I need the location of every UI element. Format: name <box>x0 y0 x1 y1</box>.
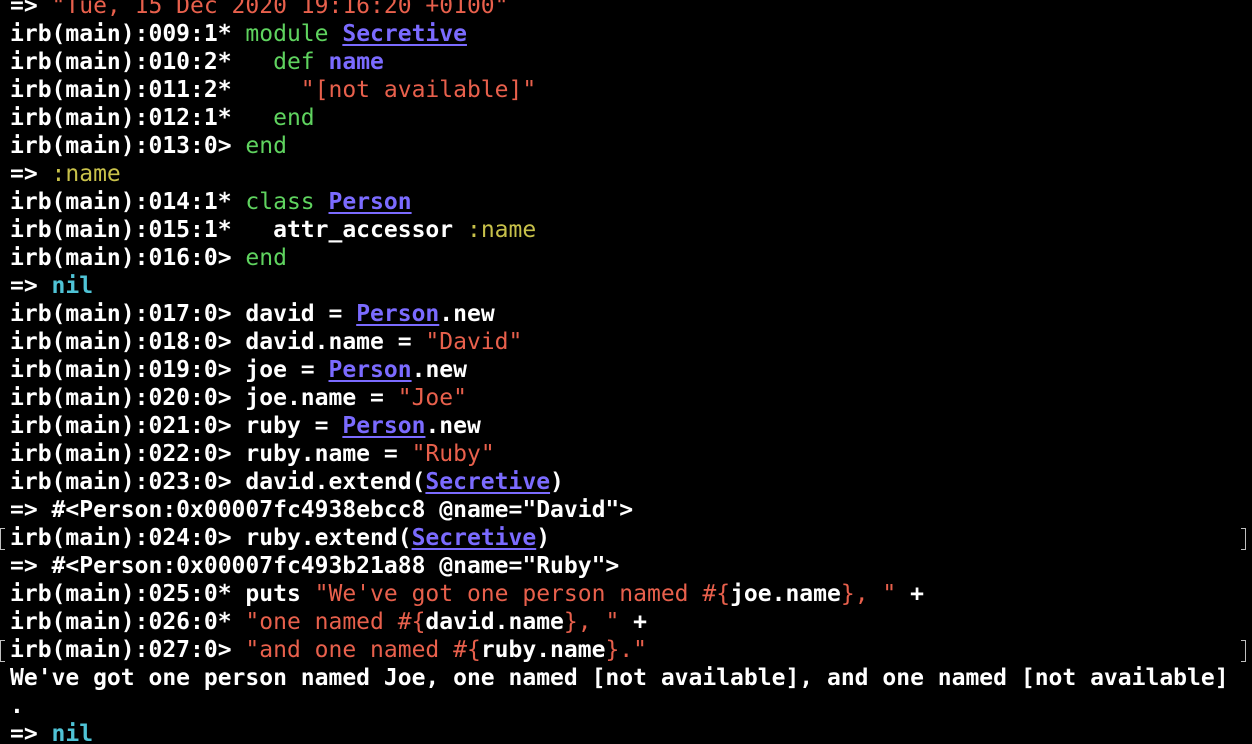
terminal-text-segment: david.name <box>425 609 564 635</box>
terminal-text-segment: "Joe" <box>397 385 467 411</box>
terminal-line: irb(main):014:1* class Person <box>10 188 1252 216</box>
terminal-text-segment: "David" <box>425 329 523 355</box>
terminal-line: irb(main):024:0> ruby.extend(Secretive) <box>0 524 1252 552</box>
terminal-text-segment: => <box>10 161 52 187</box>
terminal-text-segment: Person <box>328 357 412 383</box>
terminal-text-segment: irb(main):010:2* <box>10 49 274 75</box>
terminal-text-segment: Person <box>342 413 426 439</box>
terminal-line: irb(main):020:0> joe.name = "Joe" <box>10 384 1252 412</box>
terminal-text-segment: irb(main):015:1* attr_accessor <box>10 217 467 243</box>
terminal-text-segment: irb(main):012:1* <box>10 105 274 131</box>
terminal-text-segment: => <box>10 0 52 19</box>
terminal-line: irb(main):013:0> end <box>10 132 1252 160</box>
terminal-line: irb(main):011:2* "[not available]" <box>10 76 1252 104</box>
terminal-line: irb(main):017:0> david = Person.new <box>10 300 1252 328</box>
terminal-text-segment: def <box>273 49 329 75</box>
terminal-text-segment: .new <box>411 357 467 383</box>
terminal-text-segment: ) <box>536 525 551 551</box>
terminal-line: irb(main):026:0* "one named #{david.name… <box>10 608 1252 636</box>
terminal-text-segment: end <box>245 133 287 159</box>
terminal-text-segment: irb(main):018:0> david.name = <box>10 329 426 355</box>
terminal-text-segment: Person <box>356 301 440 327</box>
terminal-line: irb(main):015:1* attr_accessor :name <box>10 216 1252 244</box>
terminal-window[interactable]: => "Tue, 15 Dec 2020 19:16:20 +0100" irb(… <box>0 0 1252 744</box>
terminal-text-segment: irb(main):009:1* <box>10 21 246 47</box>
terminal-line: => #<Person:0x00007fc4938ebcc8 @name="Da… <box>10 496 1252 524</box>
terminal-text-segment: :name <box>466 217 537 243</box>
terminal-line: irb(main):023:0> david.extend(Secretive) <box>10 468 1252 496</box>
terminal-text-segment: irb(main):013:0> <box>10 133 246 159</box>
terminal-text-segment: . <box>10 693 24 719</box>
terminal-text-segment: Secretive <box>425 469 551 495</box>
terminal-text-segment: Person <box>328 189 412 215</box>
terminal-text-segment: => #<Person:0x00007fc493b21a88 @name="Ru… <box>10 553 620 579</box>
mark-bracket-left <box>0 640 5 662</box>
terminal-text-segment: + <box>619 609 647 635</box>
terminal-text-segment: }." <box>605 637 647 663</box>
terminal-line: => nil <box>10 720 1252 744</box>
terminal-line: irb(main):027:0> "and one named #{ruby.n… <box>0 636 1252 664</box>
terminal-text-segment: irb(main):011:2* <box>10 77 301 103</box>
terminal-text-segment: "and one named #{ <box>245 637 481 663</box>
terminal-text-segment: irb(main):016:0> <box>10 245 246 271</box>
terminal-text-segment: => #<Person:0x00007fc4938ebcc8 @name="Da… <box>10 497 634 523</box>
terminal-text-segment: => <box>10 721 52 744</box>
terminal-text-segment: .new <box>425 413 481 439</box>
terminal-text-segment: end <box>273 105 315 131</box>
terminal-text-segment: end <box>245 245 287 271</box>
terminal-text-segment: irb(main):024:0> ruby.extend( <box>10 525 412 551</box>
terminal-text-segment: "Tue, 15 Dec 2020 19:16:20 +0100" <box>51 0 509 19</box>
terminal-text-segment: Secretive <box>342 21 467 47</box>
terminal-text-segment: joe.name <box>730 581 841 607</box>
terminal-line: => :name <box>10 160 1252 188</box>
terminal-text-segment: We've got one person named Joe, one name… <box>10 665 1229 691</box>
terminal-line: irb(main):010:2* def name <box>10 48 1252 76</box>
terminal-text-segment: irb(main):021:0> ruby = <box>10 413 343 439</box>
terminal-text-segment: nil <box>51 721 94 744</box>
terminal-text-segment: "Ruby" <box>411 441 495 467</box>
terminal-line: => "Tue, 15 Dec 2020 19:16:20 +0100" <box>10 0 1252 20</box>
terminal-text-segment: :name <box>51 161 121 187</box>
mark-bracket-right <box>1241 640 1246 662</box>
mark-bracket-left <box>0 528 5 550</box>
terminal-text-segment: "one named #{ <box>245 609 426 635</box>
terminal-text-segment: "[not available]" <box>300 77 537 103</box>
terminal-text-segment: irb(main):023:0> david.extend( <box>10 469 426 495</box>
terminal-line: => #<Person:0x00007fc493b21a88 @name="Ru… <box>10 552 1252 580</box>
terminal-text-segment: irb(main):027:0> <box>10 637 246 663</box>
terminal-line: irb(main):012:1* end <box>10 104 1252 132</box>
terminal-text-segment: => <box>10 273 52 299</box>
terminal-text-segment: irb(main):014:1* <box>10 189 246 215</box>
terminal-text-segment: "We've got one person named #{ <box>314 581 731 607</box>
terminal-line: irb(main):009:1* module Secretive <box>10 20 1252 48</box>
terminal-text-segment: irb(main):025:0* puts <box>10 581 315 607</box>
terminal-text-segment: irb(main):019:0> joe = <box>10 357 329 383</box>
mark-bracket-right <box>1241 528 1246 550</box>
terminal-text-segment: Secretive <box>411 525 537 551</box>
terminal-line: We've got one person named Joe, one name… <box>10 664 1252 692</box>
terminal-line: irb(main):018:0> david.name = "David" <box>10 328 1252 356</box>
terminal-text-segment: class <box>245 189 329 215</box>
terminal-text-segment: nil <box>51 273 94 299</box>
terminal-text-segment: + <box>896 581 924 607</box>
terminal-line: => nil <box>10 272 1252 300</box>
terminal-output: => "Tue, 15 Dec 2020 19:16:20 +0100" irb(… <box>0 0 1252 744</box>
terminal-text-segment: irb(main):020:0> joe.name = <box>10 385 398 411</box>
terminal-text-segment: irb(main):026:0* <box>10 609 246 635</box>
terminal-text-segment: ) <box>550 469 564 495</box>
terminal-text-segment: .new <box>439 301 495 327</box>
terminal-line: irb(main):019:0> joe = Person.new <box>10 356 1252 384</box>
terminal-text-segment: name <box>328 49 384 75</box>
terminal-line: irb(main):016:0> end <box>10 244 1252 272</box>
terminal-line: irb(main):021:0> ruby = Person.new <box>10 412 1252 440</box>
terminal-text-segment: }, " <box>840 581 897 607</box>
terminal-line: irb(main):025:0* puts "We've got one per… <box>10 580 1252 608</box>
terminal-text-segment: irb(main):017:0> david = <box>10 301 357 327</box>
terminal-text-segment: irb(main):022:0> ruby.name = <box>10 441 412 467</box>
terminal-text-segment: module <box>245 21 343 47</box>
terminal-text-segment: }, " <box>563 609 620 635</box>
terminal-text-segment: ruby.name <box>480 637 606 663</box>
terminal-line: irb(main):022:0> ruby.name = "Ruby" <box>10 440 1252 468</box>
terminal-line: . <box>10 692 1252 720</box>
